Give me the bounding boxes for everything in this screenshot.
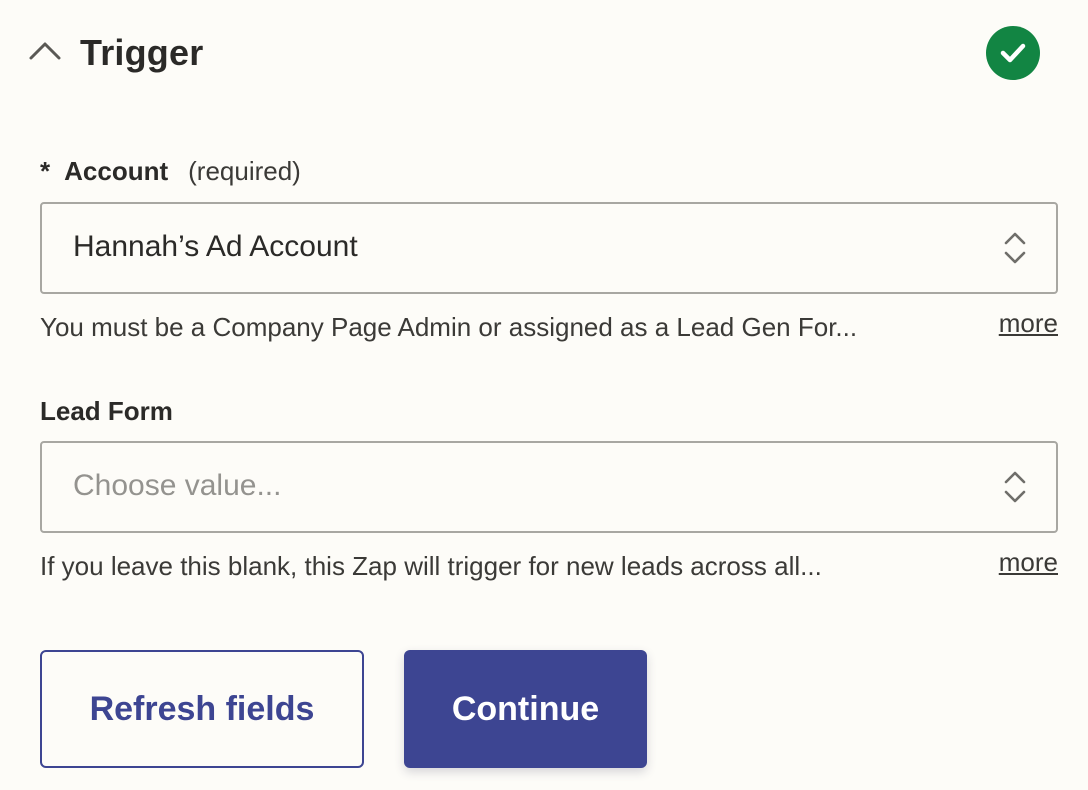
lead-form-select-placeholder: Choose value... xyxy=(73,469,282,502)
refresh-fields-button[interactable]: Refresh fields xyxy=(40,650,364,768)
collapse-section-button[interactable] xyxy=(28,38,62,62)
section-title: Trigger xyxy=(80,32,204,73)
check-circle-icon xyxy=(1000,43,1026,63)
account-more-link[interactable]: more xyxy=(999,308,1058,339)
chevron-up-icon xyxy=(29,42,61,60)
required-marker: * xyxy=(40,156,51,186)
chevron-up-down-icon xyxy=(1004,471,1026,503)
lead-form-help-text: If you leave this blank, this Zap will t… xyxy=(40,551,822,581)
continue-button[interactable]: Continue xyxy=(404,650,647,768)
section-header: Trigger xyxy=(28,22,1048,86)
account-label: Account xyxy=(64,156,169,186)
account-select-value: Hannah’s Ad Account xyxy=(73,230,358,263)
status-badge xyxy=(986,26,1040,80)
lead-form-more-link[interactable]: more xyxy=(999,547,1058,578)
lead-form-label: Lead Form xyxy=(40,396,173,426)
lead-form-select[interactable]: Choose value... xyxy=(40,441,1058,533)
account-field-label: * Account (required) xyxy=(40,156,301,187)
chevron-up-down-icon xyxy=(1004,232,1026,264)
lead-form-help-row: If you leave this blank, this Zap will t… xyxy=(40,547,1058,587)
account-help-row: You must be a Company Page Admin or assi… xyxy=(40,308,1058,348)
account-help-text: You must be a Company Page Admin or assi… xyxy=(40,312,858,342)
account-select[interactable]: Hannah’s Ad Account xyxy=(40,202,1058,294)
lead-form-field-label: Lead Form xyxy=(40,396,173,427)
required-hint: (required) xyxy=(188,156,301,186)
